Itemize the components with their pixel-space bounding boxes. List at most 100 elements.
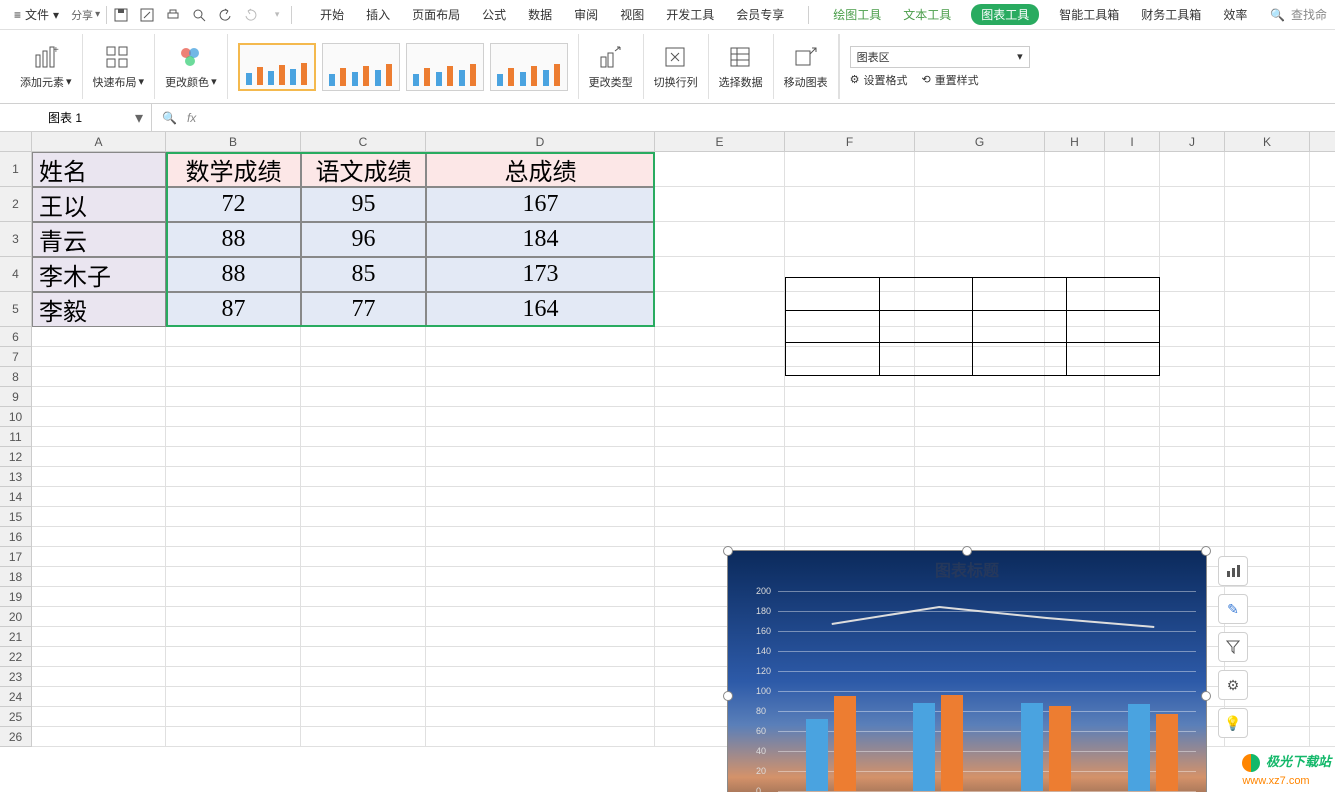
cell[interactable] [1310, 447, 1335, 467]
name-box-dropdown-icon[interactable]: ▾ [130, 108, 148, 128]
cell[interactable] [301, 647, 426, 667]
row-header[interactable]: 22 [0, 647, 32, 667]
cell[interactable] [785, 507, 915, 527]
cell[interactable] [1105, 222, 1160, 257]
cell[interactable] [166, 387, 301, 407]
cell[interactable] [166, 627, 301, 647]
cell[interactable] [166, 547, 301, 567]
cell[interactable] [1310, 327, 1335, 347]
tab-home[interactable]: 开始 [318, 2, 346, 27]
cell[interactable]: 姓名 [32, 152, 166, 187]
cell[interactable] [1310, 487, 1335, 507]
cell[interactable] [1310, 222, 1335, 257]
cell[interactable] [301, 587, 426, 607]
cell[interactable]: 72 [166, 187, 301, 222]
cell[interactable] [1105, 427, 1160, 447]
cell[interactable] [1105, 447, 1160, 467]
row-header[interactable]: 10 [0, 407, 32, 427]
cell[interactable] [1310, 547, 1335, 567]
cell[interactable] [426, 587, 655, 607]
cell[interactable] [426, 547, 655, 567]
cell[interactable] [166, 607, 301, 627]
cell[interactable] [1225, 327, 1310, 347]
cell[interactable] [1160, 487, 1225, 507]
cell[interactable] [1225, 487, 1310, 507]
cell[interactable] [32, 427, 166, 447]
cell[interactable]: 184 [426, 222, 655, 257]
cell[interactable] [1160, 327, 1225, 347]
cell[interactable] [1310, 152, 1335, 187]
cell[interactable] [655, 487, 785, 507]
cell[interactable] [166, 587, 301, 607]
cell[interactable] [426, 367, 655, 387]
row-header[interactable]: 19 [0, 587, 32, 607]
cell[interactable] [785, 152, 915, 187]
cell[interactable] [1310, 647, 1335, 667]
chart-object[interactable]: 图表标题 020406080100120140160180200 王以青云李木子… [727, 550, 1207, 792]
cell[interactable] [915, 487, 1045, 507]
chart-style-4[interactable] [490, 43, 568, 91]
cell[interactable] [32, 527, 166, 547]
switch-row-col-button[interactable]: 切换行列 [644, 34, 709, 99]
cell[interactable] [301, 607, 426, 627]
cell[interactable] [426, 507, 655, 527]
cell[interactable] [1225, 467, 1310, 487]
cell[interactable] [32, 667, 166, 687]
cell[interactable] [166, 447, 301, 467]
cell[interactable] [655, 407, 785, 427]
cell[interactable] [1105, 527, 1160, 547]
cell[interactable] [1160, 347, 1225, 367]
tab-view[interactable]: 视图 [618, 2, 646, 27]
cell[interactable] [1225, 507, 1310, 527]
cell[interactable] [1160, 187, 1225, 222]
cell[interactable]: 语文成绩 [301, 152, 426, 187]
cell[interactable] [1310, 567, 1335, 587]
cell[interactable] [1160, 507, 1225, 527]
cell[interactable] [166, 687, 301, 707]
column-header[interactable]: J [1160, 132, 1225, 152]
cell[interactable] [1160, 257, 1225, 292]
cell[interactable] [785, 427, 915, 447]
select-data-button[interactable]: 选择数据 [709, 34, 774, 99]
row-header[interactable]: 23 [0, 667, 32, 687]
cell[interactable] [32, 407, 166, 427]
cell[interactable] [785, 447, 915, 467]
cell[interactable] [32, 467, 166, 487]
cell[interactable] [301, 567, 426, 587]
cell[interactable] [1310, 527, 1335, 547]
cell[interactable] [32, 707, 166, 727]
cell[interactable] [1310, 367, 1335, 387]
column-header[interactable]: D [426, 132, 655, 152]
cell[interactable] [426, 447, 655, 467]
cell[interactable] [915, 507, 1045, 527]
cell[interactable] [655, 292, 785, 327]
share-dropdown-icon[interactable]: ▾ [95, 9, 100, 20]
tab-finance-toolbox[interactable]: 财务工具箱 [1139, 2, 1203, 27]
cell[interactable] [166, 707, 301, 727]
column-header[interactable]: B [166, 132, 301, 152]
row-header[interactable]: 20 [0, 607, 32, 627]
resize-handle-w[interactable] [723, 691, 733, 701]
cell[interactable] [1045, 427, 1105, 447]
name-box-input[interactable] [0, 111, 130, 125]
row-header[interactable]: 18 [0, 567, 32, 587]
cell[interactable] [32, 607, 166, 627]
cell[interactable] [785, 487, 915, 507]
tab-page-layout[interactable]: 页面布局 [410, 2, 462, 27]
cell[interactable] [1045, 467, 1105, 487]
column-header[interactable]: K [1225, 132, 1310, 152]
cell[interactable] [166, 427, 301, 447]
row-header[interactable]: 26 [0, 727, 32, 747]
change-color-button[interactable]: 更改颜色▾ [155, 34, 228, 99]
cell[interactable] [1045, 387, 1105, 407]
cell[interactable] [655, 507, 785, 527]
cell[interactable] [1225, 447, 1310, 467]
cell[interactable] [301, 327, 426, 347]
undo-icon[interactable] [217, 7, 233, 23]
cell[interactable] [166, 667, 301, 687]
cell[interactable] [1105, 507, 1160, 527]
cell[interactable] [655, 427, 785, 447]
cell[interactable] [32, 567, 166, 587]
cell[interactable]: 95 [301, 187, 426, 222]
cell[interactable] [166, 527, 301, 547]
